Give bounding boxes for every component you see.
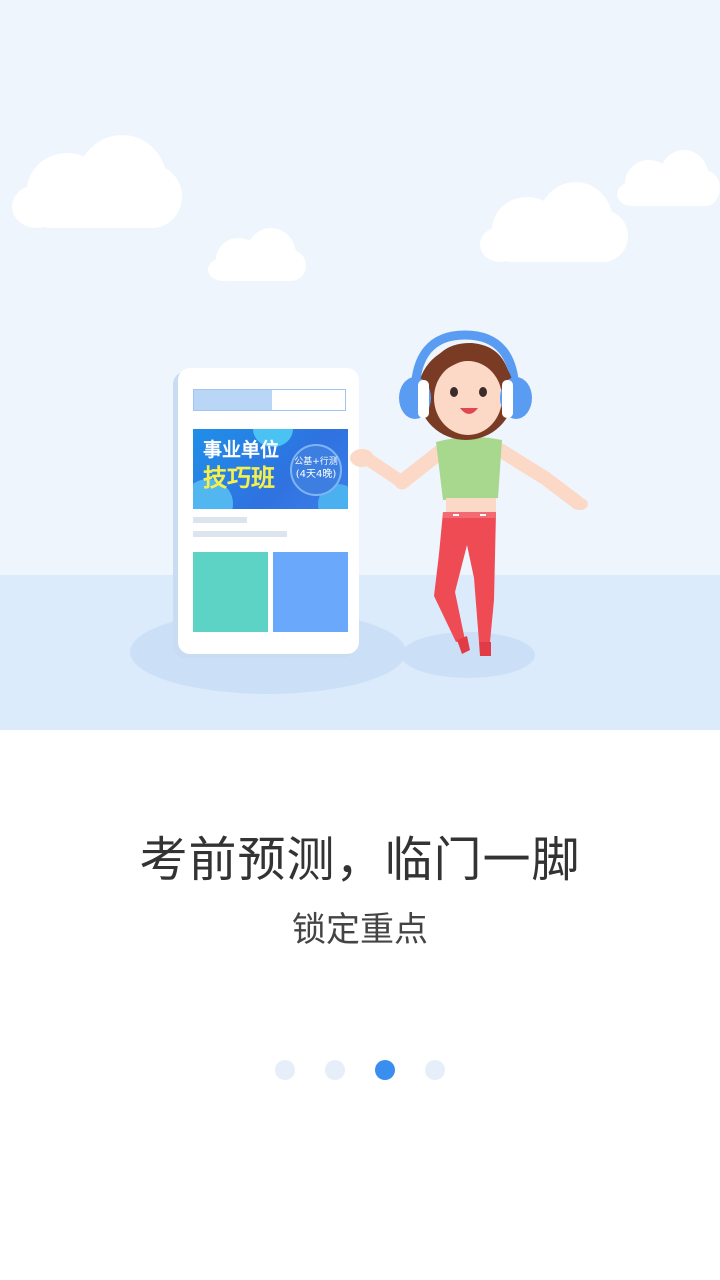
pager-dot-1[interactable] xyxy=(275,1060,295,1080)
onboarding-illustration: 事业单位 技巧班 公基+行测 (4天4晚) xyxy=(0,0,720,730)
pager-dot-3[interactable] xyxy=(375,1060,395,1080)
pager-dot-4[interactable] xyxy=(425,1060,445,1080)
girl-with-headphones-illustration xyxy=(350,330,588,656)
slide-headline: 考前预测，临门一脚 xyxy=(139,832,581,888)
pager-dot-2[interactable] xyxy=(325,1060,345,1080)
slide-content: 考前预测，临门一脚 锁定重点 xyxy=(0,730,720,1280)
slide-subhead: 锁定重点 xyxy=(292,910,428,950)
